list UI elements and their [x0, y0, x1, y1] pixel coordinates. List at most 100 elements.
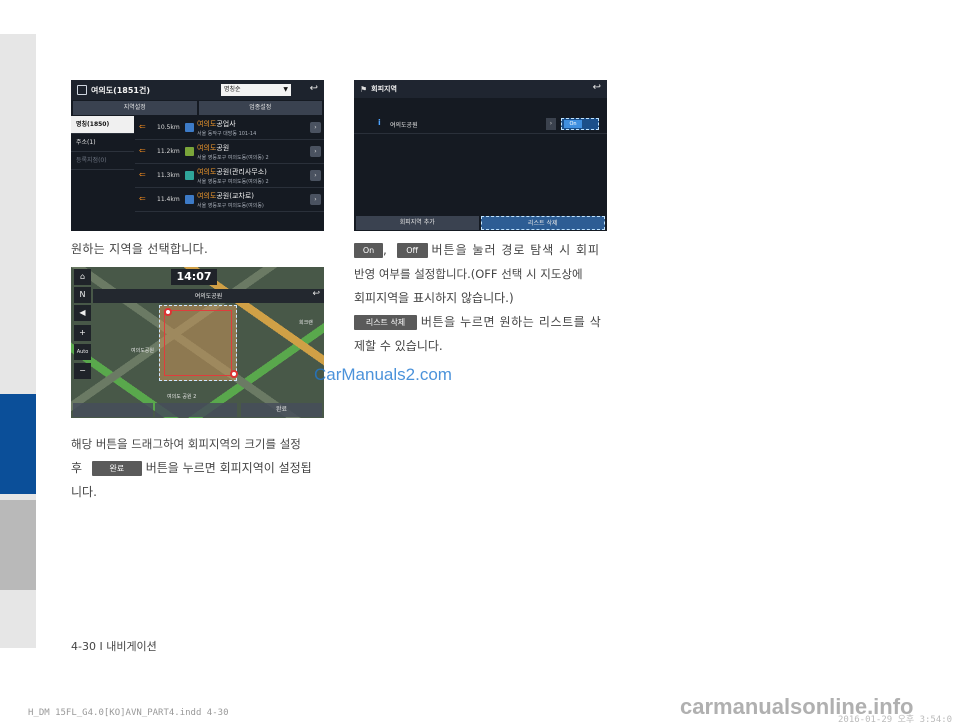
result-list: ⇐ 10.5km 여의도공업사 서울 동작구 대방동 101-14 › ⇐ 11…: [135, 116, 324, 212]
home-icon[interactable]: ⌂: [74, 269, 91, 285]
add-avoid-area-button[interactable]: 회피지역 추가: [356, 216, 479, 230]
compass-icon[interactable]: N: [74, 287, 91, 303]
print-slug: H_DM 15FL_G4.0[KO]AVN_PART4.indd 4-30: [28, 708, 229, 718]
tab-address[interactable]: 주소(1): [71, 134, 134, 152]
sort-label: 명칭순: [224, 86, 241, 93]
chevron-right-icon[interactable]: ›: [310, 122, 321, 133]
avoid-area-name: 여의도공원: [390, 122, 418, 129]
list-item[interactable]: ⇐ 10.5km 여의도공업사 서울 동작구 대방동 101-14 ›: [135, 116, 324, 140]
search-results-screenshot: 여의도(1851건) 명칭순 ▼ ↩ 지역설정 업종설정 명칭(1850) 주소(…: [71, 80, 324, 231]
done-chip: 완료: [91, 461, 142, 476]
avoid-area-icon: ⚑: [360, 84, 368, 94]
chevron-right-icon[interactable]: ›: [310, 170, 321, 181]
poi-name: 여의도공원(교차로): [197, 191, 254, 201]
sort-dropdown[interactable]: 명칭순 ▼: [221, 84, 291, 96]
on-off-toggle[interactable]: On: [561, 118, 599, 130]
map-label: 희크랜: [299, 320, 313, 326]
distance: 11.3km: [157, 172, 180, 179]
tab-saved-points[interactable]: 등록지점(0): [71, 152, 134, 170]
back-icon[interactable]: ↩: [593, 82, 601, 93]
map-label: 여의도 공원 2: [167, 394, 197, 400]
watermark: carmanualsonline.info: [680, 694, 914, 719]
para-line: On, Off 버튼을 눌러 경로 탐색 시 회피: [354, 238, 607, 262]
category-icon: [185, 123, 194, 132]
back-icon[interactable]: ↩: [312, 289, 320, 299]
list-item[interactable]: ⇐ 11.2km 여의도공원 서울 영등포구 여의도동(여의동) 2 ›: [135, 140, 324, 164]
search-list-icon: [77, 85, 87, 95]
dropdown-arrow-icon: ▼: [283, 86, 288, 93]
line-text: 후: [71, 461, 83, 475]
empty-button: [73, 403, 153, 417]
name-rest: 공원(관리사무소): [216, 168, 267, 176]
manual-page: 여의도(1851건) 명칭순 ▼ ↩ 지역설정 업종설정 명칭(1850) 주소(…: [0, 0, 960, 724]
auto-zoom-button[interactable]: Auto: [74, 344, 91, 360]
chapter-tab-active: [0, 394, 36, 494]
poi-name: 여의도공원(관리사무소): [197, 167, 267, 177]
resize-handle-icon[interactable]: [230, 370, 238, 378]
distance: 10.5km: [157, 124, 180, 131]
para-line: 니다.: [71, 485, 97, 499]
screen-title: 여의도(1851건): [91, 85, 151, 95]
name-rest: 공원(교차로): [216, 192, 254, 200]
toggle-instructions: On, Off 버튼을 눌러 경로 탐색 시 회피 반영 여부를 설정합니다.(…: [354, 238, 607, 358]
chevron-right-icon[interactable]: ›: [310, 146, 321, 157]
delete-list-chip: 리스트 삭제: [354, 315, 417, 330]
avoid-area-region[interactable]: [159, 305, 238, 381]
bottom-buttons: 회피지역 추가 리스트 삭제: [354, 215, 607, 231]
list-item[interactable]: i 여의도공원 › On: [354, 116, 607, 134]
highlight: 여의도: [197, 144, 217, 152]
list-item[interactable]: ⇐ 11.3km 여의도공원(관리사무소) 서울 영등포구 여의도동(여의동) …: [135, 164, 324, 188]
poi-name: 여의도공원: [197, 143, 229, 153]
distance: 11.2km: [157, 148, 180, 155]
highlight: 여의도: [197, 168, 217, 176]
para-line: 반영 여부를 설정합니다.(OFF 선택 시 지도상에: [354, 267, 583, 281]
map-label: 여의도공원: [131, 348, 155, 354]
volume-icon[interactable]: ◀: [74, 305, 91, 321]
avoid-area-screenshot: ⚑ 회피지역 ↩ i 여의도공원 › On 회피지역 추가 리스트 삭제: [354, 80, 607, 231]
para-line: 후 완료 버튼을 누르면 회피지역이 설정됩: [71, 456, 324, 480]
back-icon[interactable]: ↩: [310, 83, 318, 94]
category-icon: [185, 195, 194, 204]
line-text: 버튼을 누르면 회피지역이 설정됩: [145, 461, 312, 475]
zoom-out-icon[interactable]: −: [74, 363, 91, 379]
info-icon: i: [378, 118, 381, 127]
para-line: 해당 버튼을 드래그하여 회피지역의 크기를 설정: [71, 437, 301, 451]
poi-address: 서울 영등포구 여의도동(여의동) 2: [197, 179, 269, 185]
direction-arrow-icon: ⇐: [139, 170, 146, 179]
map-title-bar: 여의도공원 ↩: [93, 289, 324, 303]
comma: ,: [383, 243, 387, 257]
zoom-in-icon[interactable]: +: [74, 325, 91, 341]
screen-title: 회피지역: [371, 85, 397, 93]
delete-list-button[interactable]: 리스트 삭제: [480, 216, 605, 230]
on-chip: On: [354, 243, 383, 258]
chevron-right-icon[interactable]: ›: [546, 118, 556, 130]
highlight: 여의도: [197, 120, 217, 128]
poi-address: 서울 동작구 대방동 101-14: [197, 131, 257, 137]
para-line: 제할 수 있습니다.: [354, 339, 443, 353]
category-icon: [185, 171, 194, 180]
direction-arrow-icon: ⇐: [139, 146, 146, 155]
page-footer: 4-30 I 내비게이션: [71, 640, 157, 653]
watermark: CarManuals2.com: [314, 365, 452, 384]
avoid-area-border: [164, 310, 232, 376]
tab-name[interactable]: 명칭(1850): [71, 116, 134, 134]
line-text: 버튼을 눌러 경로 탐색 시 회피: [431, 243, 601, 257]
caption-select-area: 원하는 지역을 선택합니다.: [71, 242, 209, 256]
distance: 11.4km: [157, 196, 180, 203]
resize-handle-icon[interactable]: [164, 308, 172, 316]
place-name: 여의도공원: [194, 293, 223, 300]
line-text: 버튼을 누르면 원하는 리스트를 삭: [420, 315, 602, 329]
clock: 14:07: [171, 269, 217, 285]
chapter-tab: [0, 500, 36, 590]
name-rest: 공업사: [216, 120, 236, 128]
category-setting-button[interactable]: 업종설정: [198, 101, 322, 115]
list-item[interactable]: ⇐ 11.4km 여의도공원(교차로) 서울 영등포구 여의도동(여의동) ›: [135, 188, 324, 212]
chevron-right-icon[interactable]: ›: [310, 194, 321, 205]
para-line: 회피지역을 표시하지 않습니다.): [354, 291, 514, 305]
poi-address: 서울 영등포구 여의도동(여의동): [197, 203, 264, 209]
region-setting-button[interactable]: 지역설정: [73, 101, 197, 115]
category-icon: [185, 147, 194, 156]
direction-arrow-icon: ⇐: [139, 194, 146, 203]
empty-button: [155, 403, 237, 417]
done-button[interactable]: 완료: [241, 403, 322, 417]
